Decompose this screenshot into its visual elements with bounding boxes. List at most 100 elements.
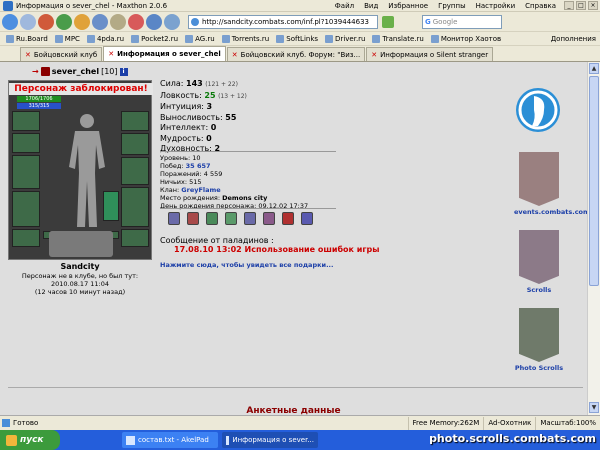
go-button[interactable] (382, 15, 394, 28)
link-mpc[interactable]: MPC (54, 34, 80, 43)
minimize-button[interactable]: _ (564, 1, 574, 10)
tab-forum[interactable]: ✕ Бойцовский клуб. Форум: "Виз... (226, 47, 366, 61)
4pda-icon (86, 34, 95, 43)
medal-icon[interactable] (187, 212, 199, 225)
blocked-notice: Персонаж заблокирован! (9, 83, 153, 95)
taskbar-item-akelpad[interactable]: состав.txt - AkelPad (122, 432, 218, 448)
link-chaos-monitor[interactable]: Монитор Хаотов (430, 34, 501, 43)
armor-slot[interactable] (12, 191, 40, 227)
menu-groups[interactable]: Группы (438, 2, 466, 10)
addons-link[interactable]: Дополнения (551, 35, 596, 43)
refresh-icon[interactable] (56, 13, 72, 30)
last-seen-time: 2010.08.17 11:04 (50, 280, 109, 288)
link-driver[interactable]: Driver.ru (325, 34, 365, 43)
helmet-slot[interactable] (12, 111, 40, 131)
link-translate[interactable]: Translate.ru (372, 34, 424, 43)
weapon-slot[interactable] (12, 155, 40, 189)
scroll-up-icon[interactable]: ▲ (589, 63, 599, 74)
torrents-icon (221, 34, 230, 43)
clan-link[interactable]: GreyFlame (181, 186, 220, 194)
vertical-scrollbar[interactable]: ▲ ▼ (587, 62, 600, 415)
link-softlinks[interactable]: SoftLinks (276, 34, 318, 43)
photo-scrolls-link[interactable]: Photo Scrolls (514, 308, 564, 372)
medal-icon[interactable] (225, 212, 237, 225)
link-torrents[interactable]: Torrents.ru (221, 34, 269, 43)
pocket2-icon (131, 34, 140, 43)
scrolls-link[interactable]: Scrolls (514, 230, 564, 294)
link-ag[interactable]: AG.ru (185, 34, 215, 43)
divider (8, 387, 583, 388)
window-title: Информация о sever_chel - Maxthon 2.0.6 (16, 1, 168, 10)
belt-slot[interactable] (12, 229, 40, 247)
close-tab-icon[interactable]: ✕ (371, 51, 377, 59)
free-memory: Free Memory:262M (407, 416, 484, 430)
back-icon[interactable] (2, 13, 18, 30)
paladin-message: 17.08.10 13:02 Использование ошибок игры (174, 245, 380, 254)
start-button[interactable]: пуск (0, 430, 60, 450)
stat-intellect: Интеллект: 0 (160, 123, 217, 132)
stop-icon[interactable] (38, 13, 54, 30)
clock-icon[interactable] (146, 13, 162, 30)
search-placeholder: Google (432, 17, 458, 26)
close-button[interactable]: × (588, 1, 598, 10)
stat-wisdom: Мудрость: 0 (160, 133, 212, 143)
address-url: http://sandcity.combats.com/inf.pl?10394… (202, 17, 369, 26)
close-tab-icon[interactable]: ✕ (25, 51, 31, 59)
akelpad-icon (126, 435, 135, 445)
medal-icon[interactable] (206, 212, 218, 225)
menu-view[interactable]: Вид (364, 2, 378, 10)
taskbar-item-maxthon[interactable]: Информация о sever... (222, 432, 318, 448)
chaos-monitor-icon (430, 34, 439, 43)
zoom-level[interactable]: Масштаб:100% (535, 416, 600, 430)
medal-icon[interactable] (244, 212, 256, 225)
events-link[interactable]: events.combats.com (514, 152, 587, 216)
menu-favorites[interactable]: Избранное (388, 2, 428, 10)
menu-help[interactable]: Справка (525, 2, 556, 10)
tab-fight-club[interactable]: ✕ Бойцовский клуб (20, 47, 103, 61)
menu-settings[interactable]: Настройки (476, 2, 516, 10)
menu-file[interactable]: Файл (335, 2, 354, 10)
clan-shield-icon (40, 67, 50, 76)
character-header: → sever_chel [10] i (32, 67, 128, 76)
favorites-icon[interactable] (128, 13, 144, 30)
link-pocket2[interactable]: Pocket2.ru (131, 34, 178, 43)
boots-slot[interactable] (121, 229, 149, 247)
tools-icon[interactable] (110, 13, 126, 30)
events-banner-icon (519, 152, 559, 206)
link-ruboard[interactable]: Ru.Board (6, 34, 48, 43)
address-bar[interactable]: http://sandcity.combats.com/inf.pl?10394… (188, 14, 378, 29)
scroll-down-icon[interactable]: ▼ (589, 402, 599, 413)
ad-hunter[interactable]: Ad-Охотник (483, 416, 535, 430)
tab-sever-chel-info[interactable]: ✕ Информация о sever_chel (103, 46, 226, 61)
arrow-icon: → (32, 67, 39, 76)
medal-icon[interactable] (282, 212, 294, 225)
tab-silent-stranger[interactable]: ✕ Информация о Silent stranger (366, 47, 494, 61)
toolbar: http://sandcity.combats.com/inf.pl?10394… (0, 12, 600, 32)
shield-slot[interactable] (121, 157, 149, 185)
links-bar: Ru.Board MPC 4pda.ru Pocket2.ru AG.ru To… (0, 32, 600, 46)
earring-slot[interactable] (121, 111, 149, 131)
home-icon[interactable] (74, 13, 90, 30)
hp-bar: 1706/1706 (17, 96, 61, 102)
status-line: Персонаж не в клубе, но был тут: (21, 272, 139, 280)
watermark: photo.scrolls.combats.com (429, 432, 596, 445)
maximize-button[interactable]: □ (576, 1, 586, 10)
necklace-slot[interactable] (12, 133, 40, 153)
medal-icon[interactable] (168, 212, 180, 225)
page-content: → sever_chel [10] i Персонаж заблокирова… (0, 62, 587, 415)
link-4pda[interactable]: 4pda.ru (86, 34, 124, 43)
mail-icon[interactable] (164, 13, 180, 30)
search-input[interactable]: G Google (422, 14, 502, 29)
medal-icon[interactable] (301, 212, 313, 225)
leggings-slot[interactable] (121, 187, 149, 227)
forward-icon[interactable] (20, 13, 36, 30)
close-tab-icon[interactable]: ✕ (232, 51, 238, 59)
gloves-slot[interactable] (121, 133, 149, 155)
medal-icon[interactable] (263, 212, 275, 225)
gifts-link[interactable]: Нажмите сюда, чтобы увидеть все подарки.… (160, 261, 333, 269)
undo-icon[interactable] (92, 13, 108, 30)
scrollbar-thumb[interactable] (589, 76, 599, 286)
info-icon[interactable]: i (119, 67, 128, 76)
pet-slot[interactable] (103, 191, 119, 221)
close-tab-icon[interactable]: ✕ (108, 50, 114, 58)
